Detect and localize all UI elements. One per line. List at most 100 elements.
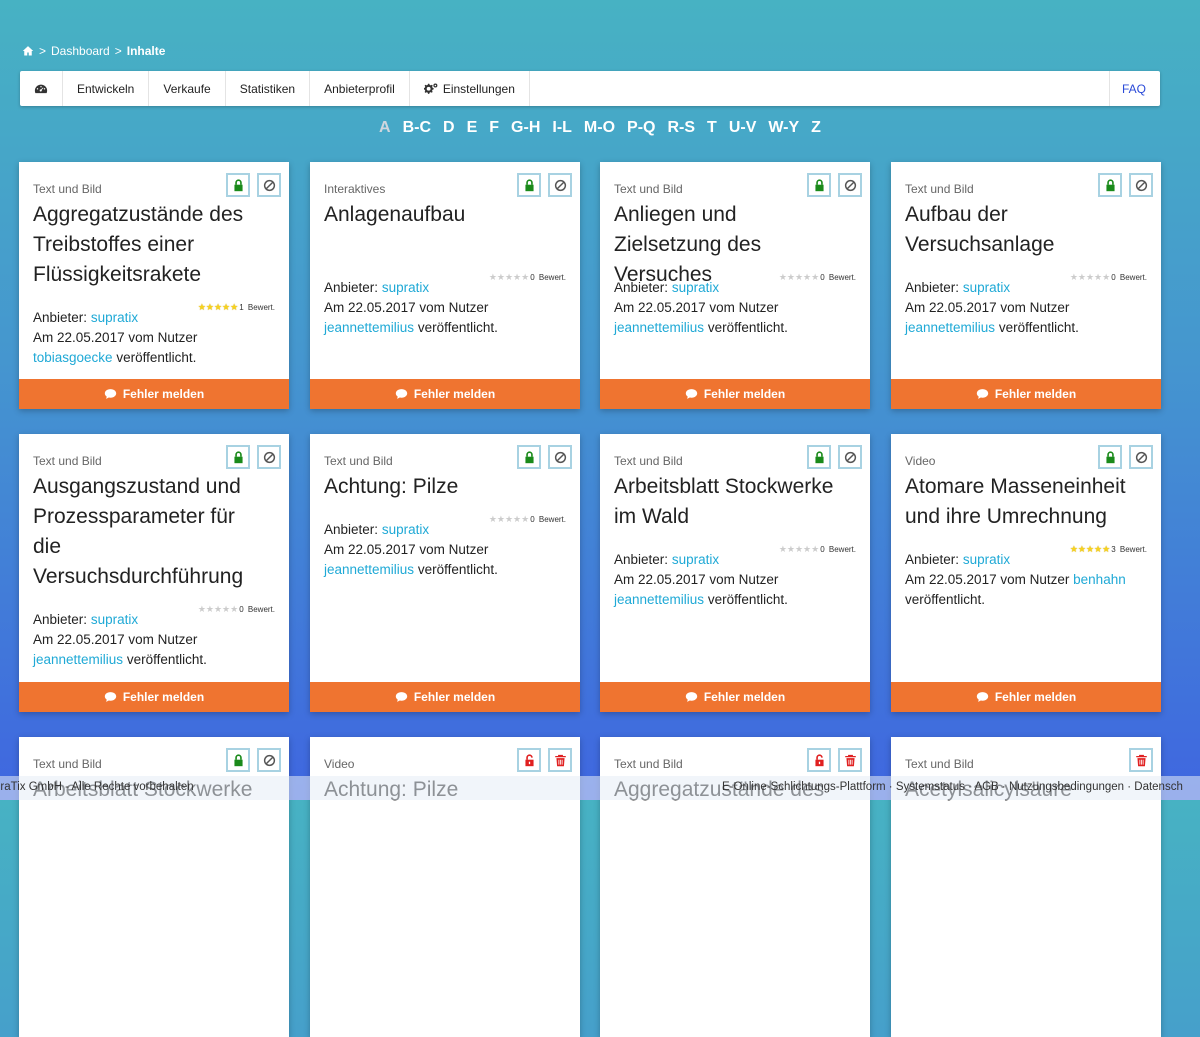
lock-button[interactable]	[226, 748, 250, 772]
rating-count: 0	[820, 545, 825, 554]
lock-button[interactable]	[1098, 445, 1122, 469]
card-title[interactable]: Atomare Masseneinheit und ihre Umrechnun…	[905, 472, 1135, 532]
disable-button[interactable]	[257, 748, 281, 772]
user-link[interactable]: jeannettemilius	[614, 320, 704, 335]
block-icon	[1135, 179, 1147, 191]
delete-button[interactable]	[1129, 748, 1153, 772]
report-error-button[interactable]: Fehler melden	[19, 682, 289, 712]
provider-link[interactable]: supratix	[91, 310, 138, 325]
published-label: veröffentlicht.	[417, 562, 498, 577]
card-actions	[226, 173, 281, 197]
disable-button[interactable]	[257, 173, 281, 197]
report-error-button[interactable]: Fehler melden	[600, 379, 870, 409]
report-error-button[interactable]: Fehler melden	[891, 379, 1161, 409]
lock-button[interactable]	[226, 173, 250, 197]
lock-button[interactable]	[517, 173, 541, 197]
report-error-button[interactable]: Fehler melden	[19, 379, 289, 409]
card-type: Text und Bild	[614, 182, 683, 196]
rating-stars-icon: ★★★★★	[1069, 544, 1111, 554]
card-title[interactable]: Arbeitsblatt Stockwerke im Wald	[614, 472, 844, 532]
provider-link[interactable]: supratix	[963, 280, 1010, 295]
report-error-button[interactable]: Fehler melden	[891, 682, 1161, 712]
user-link[interactable]: jeannettemilius	[33, 652, 123, 667]
card-title[interactable]: Anlagenaufbau	[324, 200, 554, 230]
disable-button[interactable]	[838, 173, 862, 197]
trash-icon	[844, 754, 856, 766]
unlock-button[interactable]	[517, 748, 541, 772]
chat-icon	[104, 388, 117, 400]
rating: ★★★★★ 3 Bewert.	[1070, 544, 1147, 555]
lock-button[interactable]	[807, 445, 831, 469]
provider-link[interactable]: supratix	[672, 552, 719, 567]
report-error-button[interactable]: Fehler melden	[310, 682, 580, 712]
lock-button[interactable]	[807, 173, 831, 197]
lock-button[interactable]	[517, 445, 541, 469]
rating-suffix: Bewert.	[538, 515, 566, 524]
published-date: 22.05.2017	[348, 542, 416, 557]
published-date: 22.05.2017	[57, 330, 125, 345]
card-meta: Anbieter: supratix Am 22.05.2017 vom Nutz…	[33, 308, 278, 368]
disable-button[interactable]	[1129, 173, 1153, 197]
card-title[interactable]: Ausgangszustand und Prozessparameter für…	[33, 472, 263, 592]
card-type: Text und Bild	[33, 454, 102, 468]
lock-icon	[1105, 450, 1115, 463]
lock-icon	[814, 450, 824, 463]
user-link[interactable]: jeannettemilius	[614, 592, 704, 607]
card-meta: Anbieter: supratix Am 22.05.2017 vom Nutz…	[905, 550, 1150, 610]
card-actions	[807, 173, 862, 197]
user-link[interactable]: jeannettemilius	[905, 320, 995, 335]
disable-button[interactable]	[1129, 445, 1153, 469]
lock-button[interactable]	[1098, 173, 1122, 197]
rating-count: 3	[1111, 545, 1116, 554]
content-card: Text und Bild Achtung: Pilze Anbieter: sup…	[310, 434, 580, 712]
user-link[interactable]: jeannettemilius	[324, 562, 414, 577]
report-error-label: Fehler melden	[994, 690, 1077, 704]
report-error-button[interactable]: Fehler melden	[310, 379, 580, 409]
card-title[interactable]: Achtung: Pilze	[324, 472, 554, 502]
provider-label: Anbieter:	[905, 280, 960, 295]
disable-button[interactable]	[548, 445, 572, 469]
published-label: veröffentlicht.	[126, 652, 207, 667]
footer-copyright: praTix GmbH - Alle Rechte vorbehalten	[0, 781, 194, 793]
unlock-button[interactable]	[807, 748, 831, 772]
block-icon	[844, 179, 856, 191]
block-icon	[1135, 451, 1147, 463]
block-icon	[263, 451, 275, 463]
card-actions	[226, 748, 281, 772]
lock-button[interactable]	[226, 445, 250, 469]
published-label: veröffentlicht.	[417, 320, 498, 335]
user-link[interactable]: benhahn	[1073, 572, 1126, 587]
provider-label: Anbieter:	[614, 552, 669, 567]
trash-icon	[554, 754, 566, 766]
provider-link[interactable]: supratix	[91, 612, 138, 627]
disable-button[interactable]	[838, 445, 862, 469]
footer-links[interactable]: E-Online-Schlichtungs-Plattform · System…	[722, 781, 1183, 793]
report-error-button[interactable]: Fehler melden	[600, 682, 870, 712]
rating: ★★★★★ 0 Bewert.	[1070, 272, 1147, 283]
card-title[interactable]: Aufbau der Versuchsanlage	[905, 200, 1135, 260]
card-actions	[807, 748, 862, 772]
rating-stars-icon: ★★★★★	[778, 272, 820, 282]
lock-icon	[233, 753, 243, 766]
provider-link[interactable]: supratix	[963, 552, 1010, 567]
disable-button[interactable]	[548, 173, 572, 197]
provider-label: Anbieter:	[33, 310, 88, 325]
delete-button[interactable]	[838, 748, 862, 772]
card-type: Text und Bild	[614, 454, 683, 468]
disable-button[interactable]	[257, 445, 281, 469]
provider-link[interactable]: supratix	[382, 280, 429, 295]
content-card: Interaktives Anlagenaufbau Anbieter: supra…	[310, 162, 580, 409]
provider-link[interactable]: supratix	[672, 280, 719, 295]
published-label: veröffentlicht.	[905, 592, 986, 607]
provider-link[interactable]: supratix	[382, 522, 429, 537]
chat-icon	[685, 388, 698, 400]
user-link[interactable]: jeannettemilius	[324, 320, 414, 335]
user-link[interactable]: tobiasgoecke	[33, 350, 113, 365]
rating-suffix: Bewert.	[828, 273, 856, 282]
content-card: Video Atomare Masseneinheit und ihre Umre…	[891, 434, 1161, 712]
delete-button[interactable]	[548, 748, 572, 772]
published-label: veröffentlicht.	[707, 592, 788, 607]
block-icon	[844, 451, 856, 463]
card-title[interactable]: Aggregatzustände des Treibstoffes einer …	[33, 200, 263, 290]
content-card: Text und Bild Aggregatzustände des Treibs…	[19, 162, 289, 409]
